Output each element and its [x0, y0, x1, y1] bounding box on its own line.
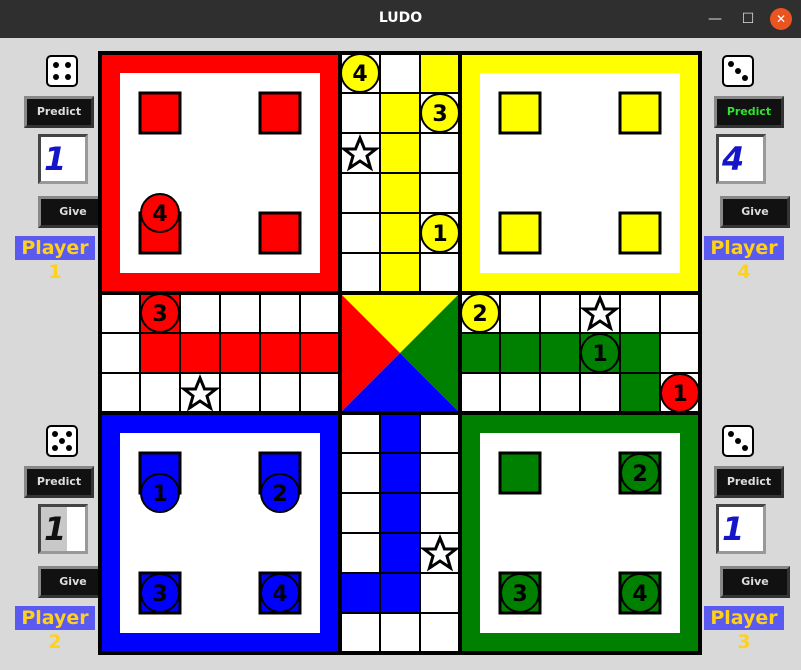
yellow-home-slot[interactable] — [498, 211, 542, 255]
red-home — [101, 54, 339, 292]
predict-button[interactable]: Predict — [24, 466, 94, 498]
token-number: 2 — [472, 302, 487, 327]
red-home-slot[interactable] — [258, 211, 302, 255]
yellow-home-slot[interactable] — [498, 91, 542, 135]
dice-icon[interactable] — [722, 55, 754, 87]
token-number: 3 — [152, 302, 167, 327]
player-2-label: Player 2 — [15, 606, 95, 653]
blue-token[interactable]: 2 — [260, 473, 300, 513]
yellow-home — [461, 54, 699, 292]
blue-token[interactable]: 3 — [140, 573, 180, 613]
predict-button[interactable]: Predict — [714, 96, 784, 128]
yellow-home-slot[interactable] — [618, 91, 662, 135]
title-bar: LUDO — ☐ ✕ — [0, 0, 801, 38]
yellow-token[interactable]: 4 — [340, 53, 380, 93]
green-home-slot[interactable] — [498, 451, 542, 495]
green-home — [461, 414, 699, 652]
token-number: 3 — [432, 102, 447, 127]
maximize-icon[interactable]: ☐ — [737, 8, 759, 30]
window-title: LUDO — [378, 10, 423, 26]
red-home-slot[interactable] — [138, 91, 182, 135]
player-2-dice-value: 1 — [38, 504, 88, 554]
yellow-token[interactable]: 3 — [420, 93, 460, 133]
player-3-dice-value: 1 — [716, 504, 766, 554]
give-button[interactable]: Give — [720, 566, 790, 598]
token-number: 4 — [632, 582, 647, 607]
player-3-label: Player 3 — [704, 606, 784, 653]
token-number: 1 — [432, 222, 447, 247]
token-number: 2 — [632, 462, 647, 487]
minimize-icon[interactable]: — — [704, 8, 726, 30]
token-number: 4 — [272, 582, 287, 607]
dice-icon[interactable] — [46, 425, 78, 457]
close-icon[interactable]: ✕ — [770, 8, 792, 30]
token-number: 3 — [512, 582, 527, 607]
predict-button[interactable]: Predict — [24, 96, 94, 128]
green-token[interactable]: 3 — [500, 573, 540, 613]
give-button[interactable]: Give — [720, 196, 790, 228]
center-home — [340, 293, 460, 413]
green-token[interactable]: 1 — [580, 333, 620, 373]
token-number: 3 — [152, 582, 167, 607]
red-token[interactable]: 3 — [140, 293, 180, 333]
token-number: 1 — [152, 482, 167, 507]
yellow-token[interactable]: 2 — [460, 293, 500, 333]
dice-icon[interactable] — [46, 55, 78, 87]
red-home-slot[interactable] — [258, 91, 302, 135]
blue-token[interactable]: 4 — [260, 573, 300, 613]
red-token[interactable]: 1 — [660, 373, 700, 413]
player-4-dice-value: 4 — [716, 134, 766, 184]
ludo-board: 4 3 4 3 1 2 1 2 3 4 1 1 2 3 4 — [98, 51, 702, 655]
blue-home — [101, 414, 339, 652]
token-number: 2 — [272, 482, 287, 507]
red-token[interactable]: 4 — [140, 193, 180, 233]
token-number: 1 — [592, 342, 607, 367]
dice-icon[interactable] — [722, 425, 754, 457]
token-number: 4 — [152, 202, 167, 227]
token-number: 1 — [672, 382, 687, 407]
player-1-dice-value: 1 — [38, 134, 88, 184]
yellow-token[interactable]: 1 — [420, 213, 460, 253]
blue-token[interactable]: 1 — [140, 473, 180, 513]
player-1-label: Player 1 — [15, 236, 95, 283]
predict-button[interactable]: Predict — [714, 466, 784, 498]
yellow-home-slot[interactable] — [618, 211, 662, 255]
green-token[interactable]: 2 — [620, 453, 660, 493]
green-token[interactable]: 4 — [620, 573, 660, 613]
token-number: 4 — [352, 62, 367, 87]
player-4-label: Player 4 — [704, 236, 784, 283]
